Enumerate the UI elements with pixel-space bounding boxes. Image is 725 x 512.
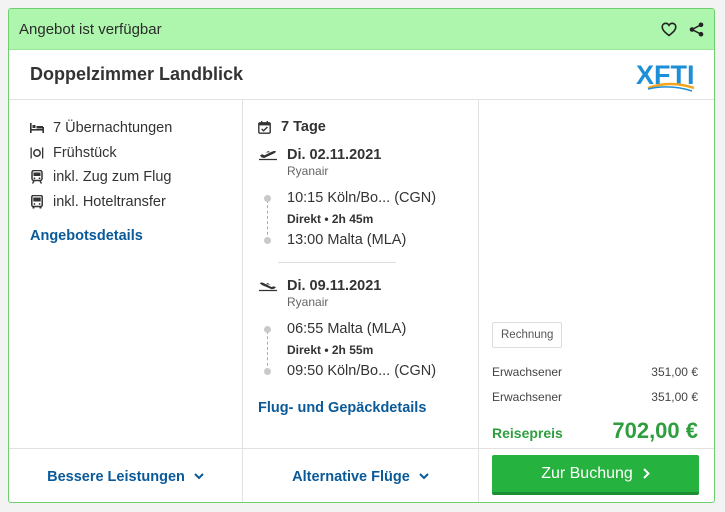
feature-label: inkl. Hoteltransfer — [53, 193, 166, 210]
feature-label: Frühstück — [53, 144, 117, 161]
inbound-departure: 06:55 Malta (MLA) — [264, 319, 463, 339]
outbound-departure-text: 10:15 Köln/Bo... (CGN) — [287, 190, 437, 206]
book-button[interactable]: Zur Buchung — [492, 455, 699, 495]
alternative-flights-label: Alternative Flüge — [292, 468, 410, 485]
train-icon — [30, 170, 44, 185]
flight-column: 7 Tage Di. 02.11.2021 Ryanair 10:15 Köln… — [243, 100, 479, 448]
traveller-price: 351,00 € — [651, 390, 698, 404]
traveller-label: Erwachsener — [492, 365, 563, 379]
feature-nights: 7 Übernachtungen — [30, 116, 221, 141]
room-title: Doppelzimmer Landblick — [30, 64, 244, 84]
outbound-arrival-text: 13:00 Malta (MLA) — [287, 232, 407, 248]
outbound-date: Di. 02.11.2021 — [287, 147, 382, 163]
total-price-label: Reisepreis — [492, 425, 563, 441]
offer-card: Angebot ist verfügbar Doppelzimmer Landb… — [8, 8, 715, 503]
duration-label: 7 Tage — [281, 119, 326, 135]
outbound-stops: 10:15 Köln/Bo... (CGN) Direkt • 2h 45m 1… — [264, 188, 463, 250]
inbound-arrival-text: 09:50 Köln/Bo... (CGN) — [287, 363, 437, 379]
total-price-value: 702,00 € — [612, 418, 698, 443]
outbound-arrival: 13:00 Malta (MLA) — [264, 230, 463, 250]
stop-dot — [264, 325, 271, 333]
tour-operator-logo: XFTI — [636, 60, 695, 92]
trip-duration: 7 Tage — [258, 116, 463, 138]
inbound-date: Di. 09.11.2021 — [287, 278, 382, 294]
inbound-departure-text: 06:55 Malta (MLA) — [287, 321, 407, 337]
book-button-label: Zur Buchung — [541, 464, 633, 482]
feature-transfer: inkl. Hoteltransfer — [30, 190, 221, 215]
outbound-header: Di. 02.11.2021 — [258, 144, 463, 166]
route-line — [267, 331, 268, 371]
calendar-icon — [258, 120, 271, 134]
outbound-departure: 10:15 Köln/Bo... (CGN) — [264, 188, 463, 208]
flight-baggage-details-link[interactable]: Flug- und Gepäckdetails — [258, 400, 426, 416]
bed-icon — [30, 121, 44, 135]
offer-body: 7 Übernachtungen Frühstück inkl. Zug zum… — [9, 100, 714, 448]
feature-train: inkl. Zug zum Flug — [30, 165, 221, 190]
card-actions — [661, 21, 704, 37]
meal-icon — [30, 146, 44, 160]
inbound-header: Di. 09.11.2021 — [258, 275, 463, 297]
hotel-features-column: 7 Übernachtungen Frühstück inkl. Zug zum… — [9, 100, 243, 448]
better-services-toggle[interactable]: Bessere Leistungen — [9, 449, 243, 502]
leg-divider — [278, 262, 396, 263]
heart-icon[interactable] — [661, 21, 677, 37]
chevron-down-icon — [419, 473, 429, 480]
share-icon[interactable] — [689, 22, 704, 37]
offer-details-link[interactable]: Angebotsdetails — [30, 228, 221, 244]
total-price-row: Reisepreis 702,00 € — [492, 418, 698, 444]
outbound-leg: Di. 02.11.2021 Ryanair 10:15 Köln/Bo... … — [258, 144, 463, 250]
booking-cell: Zur Buchung — [479, 449, 714, 502]
chevron-down-icon — [194, 473, 204, 480]
price-row: Erwachsener 351,00 € — [492, 390, 698, 404]
traveller-price: 351,00 € — [651, 365, 698, 379]
offer-header: Doppelzimmer Landblick XFTI — [9, 50, 714, 100]
arrival-plane-icon — [258, 280, 278, 292]
bus-icon — [30, 194, 44, 209]
traveller-label: Erwachsener — [492, 390, 563, 404]
inbound-airline: Ryanair — [287, 295, 329, 309]
invoice-badge: Rechnung — [492, 322, 563, 348]
offer-footer: Bessere Leistungen Alternative Flüge Zur… — [9, 448, 714, 502]
chevron-right-icon — [643, 468, 650, 479]
availability-bar: Angebot ist verfügbar — [9, 9, 714, 50]
better-services-label: Bessere Leistungen — [47, 468, 185, 485]
price-column: Rechnung Erwachsener 351,00 € Erwachsene… — [479, 100, 714, 448]
feature-label: inkl. Zug zum Flug — [53, 169, 172, 186]
inbound-flight-info: Direkt • 2h 55m — [287, 343, 374, 357]
outbound-flight-info: Direkt • 2h 45m — [287, 212, 374, 226]
stop-dot — [264, 367, 271, 375]
price-row: Erwachsener 351,00 € — [492, 365, 698, 379]
availability-status: Angebot ist verfügbar — [19, 20, 162, 38]
inbound-arrival: 09:50 Köln/Bo... (CGN) — [264, 361, 463, 381]
alternative-flights-toggle[interactable]: Alternative Flüge — [243, 449, 479, 502]
inbound-leg: Di. 09.11.2021 Ryanair 06:55 Malta (MLA)… — [258, 275, 463, 381]
stop-dot — [264, 194, 271, 202]
route-line — [267, 200, 268, 240]
inbound-stops: 06:55 Malta (MLA) Direkt • 2h 55m 09:50 … — [264, 319, 463, 381]
departure-plane-icon — [258, 149, 278, 161]
feature-board: Frühstück — [30, 141, 221, 166]
outbound-airline: Ryanair — [287, 164, 329, 178]
stop-dot — [264, 236, 271, 244]
feature-label: 7 Übernachtungen — [53, 120, 173, 137]
